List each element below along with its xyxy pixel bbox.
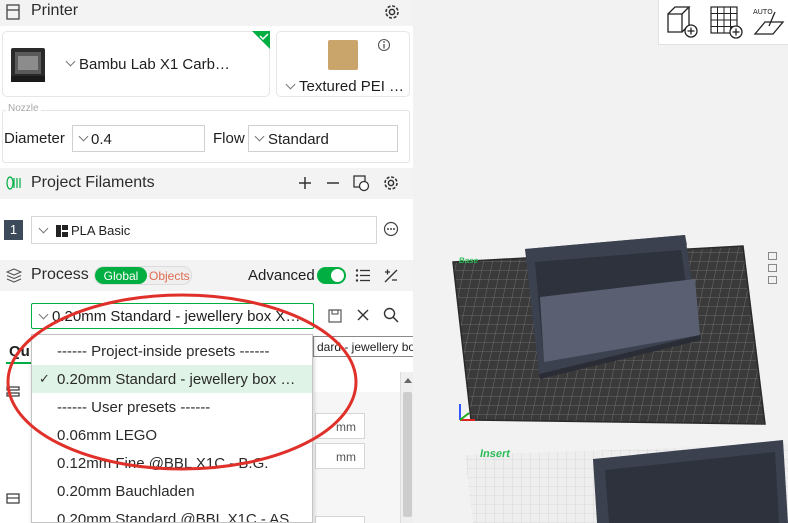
insert-plate-label: Insert xyxy=(478,448,512,460)
3d-viewport[interactable]: AUTO Base Insert xyxy=(413,0,788,523)
settings-panel: Printer Bambu Lab X1 Carb… Textured PEI … xyxy=(0,0,413,523)
plate-label: Base xyxy=(458,256,479,265)
annotation-ellipse xyxy=(6,293,358,471)
